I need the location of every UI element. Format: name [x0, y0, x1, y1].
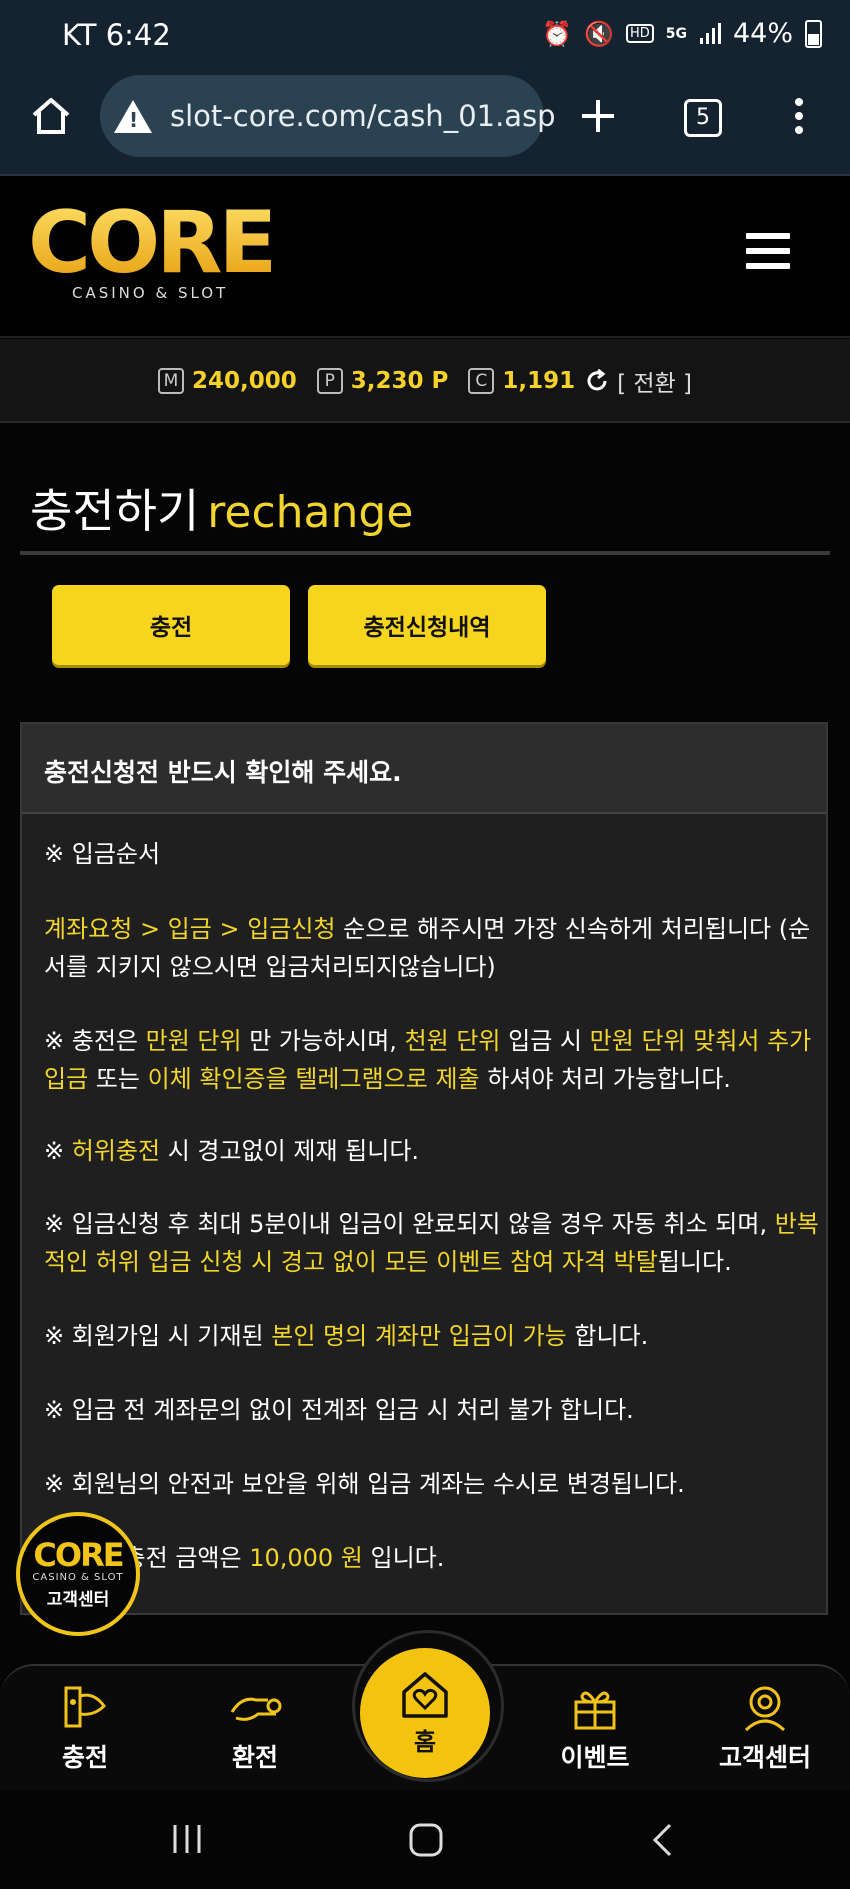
headset-icon [744, 1686, 786, 1732]
charge-history-button[interactable]: 충전신청내역 [308, 585, 546, 665]
home-icon[interactable] [30, 96, 72, 136]
svg-text:CORE: CORE [33, 1538, 122, 1572]
money-icon: M [157, 368, 184, 394]
5g-icon: 5G [665, 25, 687, 42]
point-balance: 3,230 P [350, 368, 449, 394]
battery-percent: 44% [732, 18, 793, 49]
address-bar[interactable]: ! slot-core.com/cash_01.asp [100, 75, 556, 157]
nav-support[interactable]: 고객센터 [695, 1682, 835, 1774]
url-text: slot-core.com/cash_01.asp [170, 99, 556, 133]
notice-minimum: ※ 최소 충전 금액은 10,000 원 입니다. [44, 1544, 445, 1572]
carrier-time: KT 6:42 [62, 18, 171, 52]
notice-heading: 충전신청전 반드시 확인해 주세요. [44, 758, 402, 787]
page-title-english: rechange [207, 487, 414, 538]
point-icon: P [316, 368, 343, 394]
hd-icon: HD [625, 24, 654, 43]
system-home-icon[interactable] [408, 1822, 444, 1858]
notice-order-title: ※ 입금순서 [44, 840, 161, 868]
support-label: 고객센터 [46, 1590, 110, 1610]
tab-switcher-button[interactable]: 5 [684, 99, 722, 137]
notice-own-account: ※ 회원가입 시 기재된 본인 명의 계좌만 입금이 가능 합니다. [44, 1322, 649, 1350]
home-heart-icon [402, 1671, 448, 1718]
balance-row: M 240,000 P 3,230 P C 1,191 [ 전환 ] [0, 364, 850, 398]
charge-icon [64, 1686, 106, 1728]
nav-home-button[interactable]: 홈 [360, 1648, 490, 1778]
charge-tab-button[interactable]: 충전 [52, 585, 290, 665]
nav-event[interactable]: 이벤트 [525, 1682, 665, 1774]
nav-charge[interactable]: 충전 [15, 1682, 155, 1774]
logo-text: CORE [28, 200, 273, 293]
alarm-icon: ⏰ [542, 19, 573, 48]
page-title-korean: 충전하기 [30, 484, 200, 538]
menu-kebab-icon[interactable] [795, 98, 803, 140]
battery-icon [805, 19, 822, 48]
floating-support-button[interactable]: CORE CASINO & SLOT 고객센터 [16, 1512, 140, 1636]
money-balance: 240,000 [191, 368, 297, 394]
signal-icon [699, 22, 721, 44]
title-divider [20, 551, 830, 555]
notice-fake-charge: ※ 허위충전 시 경고없이 제재 됩니다. [44, 1137, 420, 1165]
mute-icon: 🔇 [584, 19, 614, 48]
system-back-icon[interactable] [650, 1822, 674, 1858]
exchange-icon [230, 1697, 282, 1721]
nav-exchange[interactable]: 환전 [185, 1682, 325, 1774]
notice-inquiry: ※ 입금 전 계좌문의 없이 전계좌 입금 시 처리 불가 합니다. [44, 1396, 634, 1424]
hamburger-menu-icon[interactable] [746, 233, 790, 278]
recent-apps-icon[interactable] [170, 1822, 204, 1856]
support-logo: CORE [33, 1538, 124, 1572]
notice-order-text: 계좌요청 > 입금 > 입금신청 순으로 해주시면 가장 신속하게 처리됩니다 … [44, 915, 811, 981]
refresh-icon[interactable] [585, 369, 609, 393]
warning-icon: ! [114, 99, 152, 133]
core-logo[interactable]: CORE CASINO & SLOT [28, 200, 284, 304]
gift-icon [574, 1691, 616, 1730]
notice-unit-text: ※ 충전은 만원 단위 만 가능하시며, 천원 단위 입금 시 만원 단위 맞춰… [44, 1027, 812, 1093]
logo-subtitle: CASINO & SLOT [72, 284, 228, 302]
notice-timeout: ※ 입금신청 후 최대 5분이내 입금이 완료되지 않을 경우 자동 취소 되며… [44, 1210, 819, 1276]
page-title: 충전하기 rechange [30, 475, 413, 541]
coin-balance: 1,191 [502, 368, 576, 394]
coin-icon: C [468, 368, 495, 394]
support-logo-sub: CASINO & SLOT [32, 1572, 124, 1583]
status-icons: ⏰ 🔇 HD 5G 44% [542, 18, 822, 49]
notice-account-change: ※ 회원님의 안전과 보안을 위해 입금 계좌는 수시로 변경됩니다. [44, 1470, 685, 1498]
convert-link[interactable]: [ 전환 ] [617, 364, 692, 398]
new-tab-icon[interactable] [580, 98, 616, 134]
